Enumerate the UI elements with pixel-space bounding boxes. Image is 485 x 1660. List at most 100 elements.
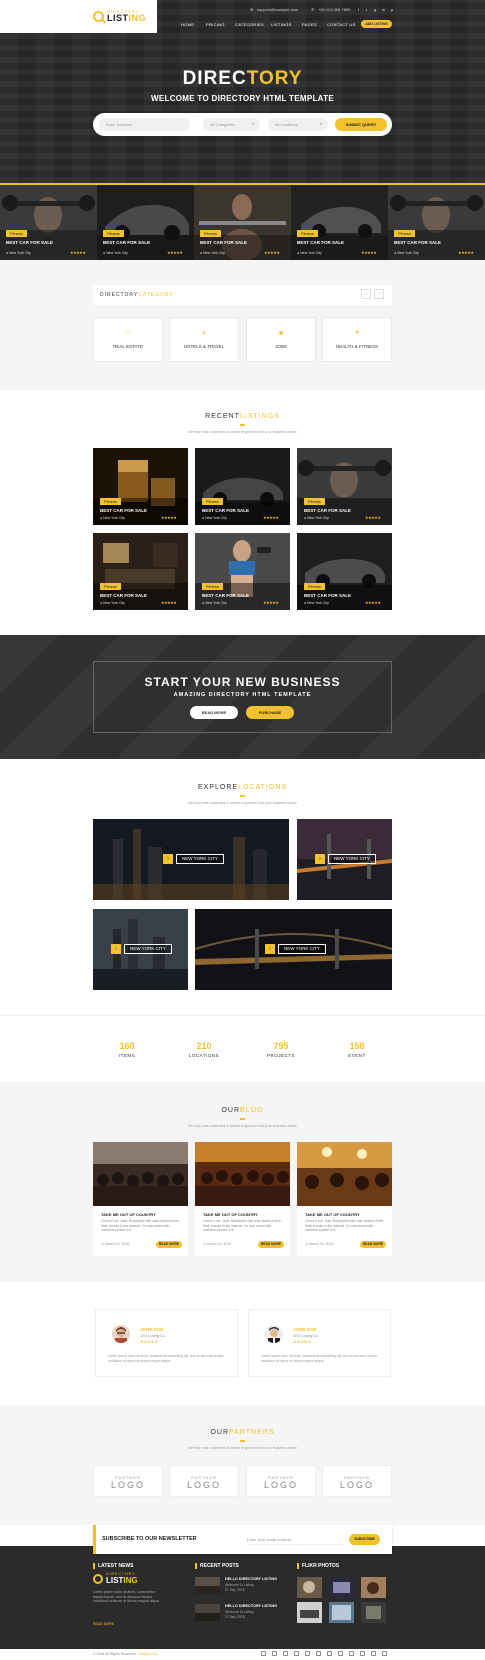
strip-card[interactable]: Fitness BEST CAR FOR SALE ● New York Cit…: [97, 183, 194, 260]
partner-logo[interactable]: PARTNER LOGO: [322, 1465, 392, 1497]
footer-post-title[interactable]: HELLO DIRECTORY LISTING: [225, 1577, 277, 1581]
partner-logo-bottom: LOGO: [186, 1480, 221, 1490]
partner-logo[interactable]: PARTNER LOGO: [93, 1465, 163, 1497]
blog-card[interactable]: TAKE ME OUT OF COUNTRY Check it out. Job…: [297, 1142, 392, 1256]
post-thumbnail[interactable]: [195, 1604, 220, 1621]
category-select[interactable]: All Categories ▾: [203, 118, 260, 131]
partner-logo[interactable]: PARTNER LOGO: [246, 1465, 316, 1497]
rss-icon[interactable]: [371, 1651, 376, 1656]
facebook-icon[interactable]: f: [358, 7, 359, 12]
twitter-icon[interactable]: [272, 1651, 277, 1656]
add-listing-button[interactable]: ADD LISTING: [361, 20, 392, 28]
read-more-button[interactable]: READ MORE: [360, 1241, 386, 1248]
category-card-real-estate[interactable]: ⌂ REAL ESTATE: [93, 317, 163, 362]
card-location: ● New York City: [103, 251, 128, 255]
card-title: BEST CAR FOR SALE: [304, 593, 352, 598]
keyword-input[interactable]: Enter Keyword: [99, 118, 190, 131]
logo-text[interactable]: LISTING: [107, 13, 146, 23]
listing-card[interactable]: Fitness BEST CAR FOR SALE ● New York Cit…: [297, 533, 392, 610]
designed-by-link[interactable]: Designed By: [138, 1652, 158, 1656]
logo-pin-icon: [93, 1574, 103, 1584]
nav-listings[interactable]: LISTINGS: [271, 22, 292, 27]
google-plus-icon[interactable]: g: [374, 7, 376, 12]
read-more-button[interactable]: READ MORE: [156, 1241, 182, 1248]
hero-title-yellow: TORY: [246, 68, 303, 89]
listing-card[interactable]: Fitness BEST CAR FOR SALE ● New York Cit…: [93, 448, 188, 525]
category-select-value: All Categories: [210, 122, 235, 127]
instagram-icon[interactable]: [327, 1651, 332, 1656]
twitter-icon[interactable]: t: [366, 7, 367, 12]
strip-card[interactable]: Fitness BEST CAR FOR SALE ● New York Cit…: [194, 183, 291, 260]
youtube-icon[interactable]: [316, 1651, 321, 1656]
nav-pages[interactable]: PAGES: [302, 22, 317, 27]
business-title: START YOUR NEW BUSINESS: [144, 675, 341, 689]
read-more-button[interactable]: READ MORE: [258, 1241, 284, 1248]
location-card[interactable]: › NEW YORK CITY: [297, 819, 392, 900]
google-plus-icon[interactable]: [283, 1651, 288, 1656]
read-more-button[interactable]: READ MORE: [190, 706, 238, 719]
flickr-photo[interactable]: [329, 1602, 354, 1623]
nav-contact[interactable]: CONTACT US: [327, 22, 356, 27]
flickr-photo[interactable]: [361, 1602, 386, 1623]
purchase-button[interactable]: PURCHASE: [246, 706, 294, 719]
blog-post-title[interactable]: TAKE ME OUT OF COUNTRY: [203, 1212, 258, 1217]
location-card[interactable]: › NEW YORK CITY: [93, 819, 289, 900]
partner-logo[interactable]: PARTNER LOGO: [169, 1465, 239, 1497]
card-image: [93, 448, 188, 525]
listing-card[interactable]: Fitness BEST CAR FOR SALE ● New York Cit…: [297, 448, 392, 525]
listing-card[interactable]: Fitness BEST CAR FOR SALE ● New York Cit…: [195, 448, 290, 525]
location-tag: › NEW YORK CITY: [163, 854, 224, 864]
flickr-photo[interactable]: [297, 1577, 322, 1598]
footer-post-sub: Welcome To Listing: [225, 1610, 254, 1614]
location-card[interactable]: › NEW YORK CITY: [195, 909, 392, 990]
facebook-icon[interactable]: [261, 1651, 266, 1656]
nav-pricing[interactable]: PRICING: [206, 22, 225, 27]
next-arrow-icon[interactable]: ›: [374, 289, 384, 299]
blog-card[interactable]: TAKE ME OUT OF COUNTRY Check it out. Job…: [93, 1142, 188, 1256]
arrow-icon: ›: [111, 944, 121, 954]
strip-card[interactable]: Fitness BEST CAR FOR SALE ● New York Cit…: [0, 183, 97, 260]
nav-home[interactable]: HOME: [181, 22, 194, 27]
vimeo-icon[interactable]: [360, 1651, 365, 1656]
counter-locations-label: LOCATIONS: [188, 1053, 220, 1058]
flickr-photo[interactable]: [361, 1577, 386, 1598]
copyright-text: © 2016 All Rights Reserved.: [93, 1652, 138, 1656]
subscribe-button[interactable]: SUBSCRIBE: [349, 1534, 380, 1545]
location-select[interactable]: All Locations ▾: [268, 118, 328, 131]
submit-query-button[interactable]: SUBMIT QUERY: [335, 118, 387, 131]
category-card-jobs[interactable]: ✱ JOBS: [246, 317, 316, 362]
blog-subtitle: We help new customers & search engines t…: [188, 1124, 297, 1128]
flickr-icon[interactable]: [349, 1651, 354, 1656]
counters-section: [0, 1015, 485, 1082]
strip-card[interactable]: Fitness BEST CAR FOR SALE ● New York Cit…: [291, 183, 388, 260]
blog-post-title[interactable]: TAKE ME OUT OF COUNTRY: [305, 1212, 360, 1217]
linkedin-icon[interactable]: in: [382, 7, 385, 12]
post-thumbnail[interactable]: [195, 1577, 220, 1594]
dribbble-icon[interactable]: [338, 1651, 343, 1656]
arrow-icon: ›: [265, 944, 275, 954]
category-card-hotels[interactable]: ✈ HOTELS & TRAVEL: [169, 317, 239, 362]
listing-card[interactable]: Fitness BEST CAR FOR SALE ● New York Cit…: [93, 533, 188, 610]
newsletter-email-input[interactable]: Enter your email address: [247, 1534, 345, 1545]
blog-card[interactable]: TAKE ME OUT OF COUNTRY Check it out. Job…: [195, 1142, 290, 1256]
flickr-photo[interactable]: [297, 1602, 322, 1623]
listing-card[interactable]: Fitness BEST CAR FOR SALE ● New York Cit…: [195, 533, 290, 610]
strip-card[interactable]: Fitness BEST CAR FOR SALE ● New York Cit…: [388, 183, 485, 260]
pinterest-icon[interactable]: p: [391, 7, 393, 12]
skype-icon[interactable]: [382, 1651, 387, 1656]
blog-image: [93, 1142, 188, 1206]
prev-arrow-icon[interactable]: ‹: [361, 289, 371, 299]
footer-logo[interactable]: LISTING: [106, 1576, 138, 1585]
footer-read-more[interactable]: READ MORE: [93, 1622, 114, 1626]
nav-categories[interactable]: CATEGORIES: [235, 22, 264, 27]
header-email[interactable]: support@example.com: [257, 7, 298, 12]
blog-post-title[interactable]: TAKE ME OUT OF COUNTRY: [101, 1212, 156, 1217]
footer-post-title[interactable]: HELLO DIRECTORY LISTING: [225, 1604, 277, 1608]
card-image: [297, 448, 392, 525]
pinterest-icon[interactable]: [305, 1651, 310, 1656]
category-card-health[interactable]: ♥ HEALTH & FITNESS: [322, 317, 392, 362]
flickr-photo[interactable]: [329, 1577, 354, 1598]
linkedin-icon[interactable]: [294, 1651, 299, 1656]
category-badge: Fitness: [200, 230, 221, 237]
location-card[interactable]: › NEW YORK CITY: [93, 909, 188, 990]
